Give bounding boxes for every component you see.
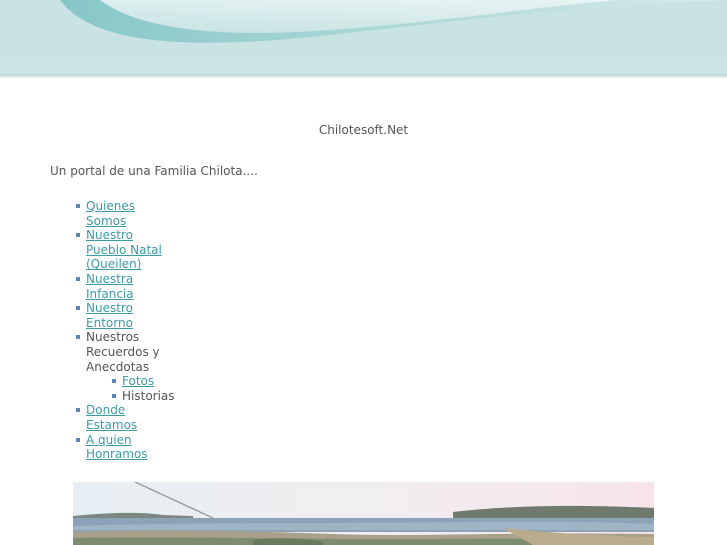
bullet-icon (76, 335, 80, 340)
page: Chilotesoft.Net Un portal de una Familia… (0, 0, 727, 545)
bullet-icon (76, 204, 80, 208)
main-nav: Quienes Somos Nuestro Pueblo Natal (Quei… (74, 199, 194, 462)
tagline: Un portal de una Familia Chilota.... (50, 164, 258, 178)
nav-item-quienes-somos: Quienes Somos (74, 199, 194, 228)
sub-link-fotos[interactable]: Fotos (122, 374, 154, 388)
banner-swoosh-graphic (0, 0, 727, 78)
nav-link-quienes-somos[interactable]: Quienes Somos (86, 199, 176, 228)
bullet-icon (76, 306, 80, 311)
nav-item-pueblo-natal: Nuestro Pueblo Natal (Queilen) (74, 228, 194, 272)
landscape-photo (73, 482, 654, 545)
nav-item-recuerdos: Nuestros Recuerdos y Anecdotas Fotos His… (74, 330, 194, 403)
nav-item-entorno: Nuestro Entorno (74, 301, 194, 330)
site-title: Chilotesoft.Net (318, 123, 409, 137)
landscape-photo-graphic (73, 482, 654, 545)
nav-link-donde-estamos[interactable]: Donde Estamos (86, 403, 176, 432)
sub-item-historias: Historias (110, 389, 194, 404)
nav-item-donde-estamos: Donde Estamos (74, 403, 194, 432)
sub-label-historias: Historias (122, 388, 175, 403)
nav-item-infancia: Nuestra Infancia (74, 272, 194, 301)
bullet-icon (112, 379, 116, 384)
bullet-icon (76, 437, 80, 442)
nav-link-entorno[interactable]: Nuestro Entorno (86, 301, 176, 330)
nav-label-recuerdos: Nuestros Recuerdos y Anecdotas (86, 330, 160, 374)
nav-item-honramos: A quien Honramos (74, 433, 194, 462)
bullet-icon (76, 276, 80, 281)
nav-link-infancia[interactable]: Nuestra Infancia (86, 272, 176, 301)
sub-nav: Fotos Historias (86, 374, 194, 403)
header-divider (0, 74, 727, 78)
bullet-icon (76, 233, 80, 238)
nav-link-honramos[interactable]: A quien Honramos (86, 433, 176, 462)
header-banner (0, 0, 727, 78)
sub-item-fotos: Fotos (110, 374, 194, 389)
bullet-icon (112, 393, 116, 398)
nav-link-pueblo-natal[interactable]: Nuestro Pueblo Natal (Queilen) (86, 228, 176, 272)
bullet-icon (76, 408, 80, 413)
